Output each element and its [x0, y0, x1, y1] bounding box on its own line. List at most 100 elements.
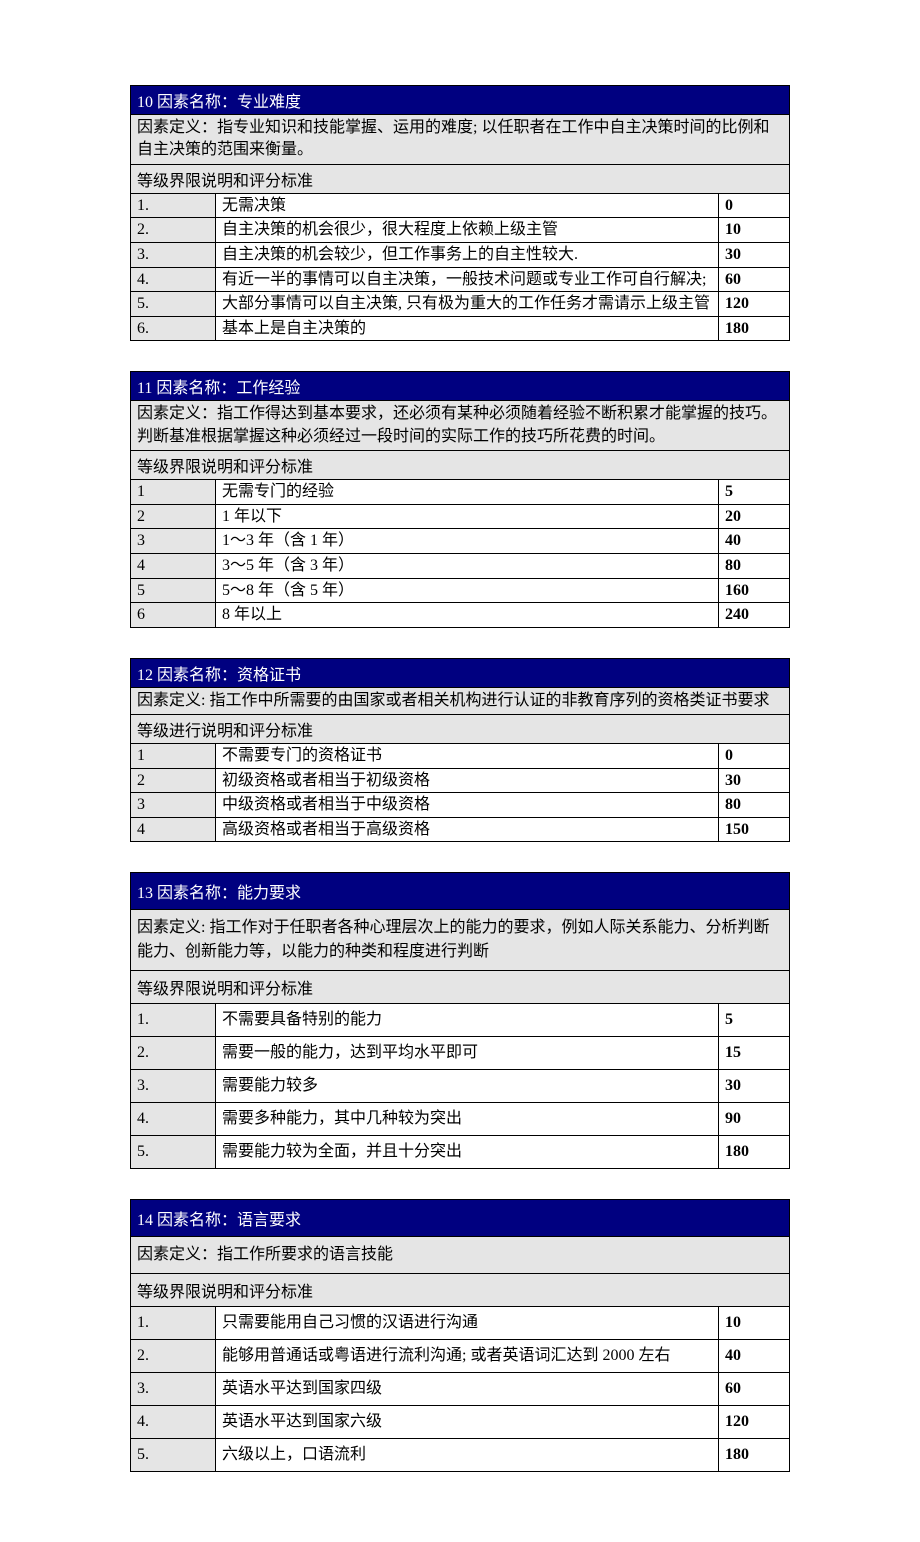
factor-title: 14 因素名称：语言要求	[131, 1200, 790, 1237]
level-row: 21 年以下20	[131, 504, 790, 529]
level-header: 等级界限说明和评分标准	[131, 164, 790, 193]
level-index: 5.	[131, 1136, 216, 1169]
level-score: 5	[719, 480, 790, 505]
level-index: 1	[131, 480, 216, 505]
factor-table: 13 因素名称：能力要求因素定义: 指工作对于任职者各种心理层次上的能力的要求，…	[130, 872, 790, 1169]
level-score: 240	[719, 603, 790, 628]
level-row: 68 年以上240	[131, 603, 790, 628]
level-description: 8 年以上	[216, 603, 719, 628]
level-row: 4.需要多种能力，其中几种较为突出90	[131, 1103, 790, 1136]
factor-table: 10 因素名称：专业难度因素定义：指专业知识和技能掌握、运用的难度; 以任职者在…	[130, 85, 790, 341]
level-description: 需要能力较多	[216, 1070, 719, 1103]
level-index: 5.	[131, 292, 216, 317]
level-score: 40	[719, 529, 790, 554]
level-score: 40	[719, 1340, 790, 1373]
level-score: 30	[719, 1070, 790, 1103]
level-score: 60	[719, 267, 790, 292]
level-header: 等级界限说明和评分标准	[131, 451, 790, 480]
level-row: 3.自主决策的机会较少，但工作事务上的自主性较大.30	[131, 242, 790, 267]
factors-container: 10 因素名称：专业难度因素定义：指专业知识和技能掌握、运用的难度; 以任职者在…	[130, 85, 790, 1472]
level-index: 4.	[131, 1103, 216, 1136]
level-index: 1.	[131, 1307, 216, 1340]
level-row: 2初级资格或者相当于初级资格30	[131, 768, 790, 793]
level-row: 2.需要一般的能力，达到平均水平即可15	[131, 1037, 790, 1070]
level-description: 英语水平达到国家四级	[216, 1373, 719, 1406]
factor-title: 12 因素名称：资格证书	[131, 658, 790, 687]
level-row: 2.能够用普通话或粤语进行流利沟通; 或者英语词汇达到 2000 左右40	[131, 1340, 790, 1373]
level-score: 0	[719, 193, 790, 218]
level-score: 80	[719, 553, 790, 578]
factor-definition: 因素定义：指专业知识和技能掌握、运用的难度; 以任职者在工作中自主决策时间的比例…	[131, 115, 790, 165]
level-index: 4.	[131, 1406, 216, 1439]
level-index: 3	[131, 529, 216, 554]
level-description: 中级资格或者相当于中级资格	[216, 793, 719, 818]
level-score: 90	[719, 1103, 790, 1136]
level-description: 大部分事情可以自主决策, 只有极为重大的工作任务才需请示上级主管	[216, 292, 719, 317]
factor-definition: 因素定义: 指工作对于任职者各种心理层次上的能力的要求，例如人际关系能力、分析判…	[131, 910, 790, 971]
level-description: 自主决策的机会很少，很大程度上依赖上级主管	[216, 218, 719, 243]
level-index: 4	[131, 817, 216, 842]
factor-table: 12 因素名称：资格证书因素定义: 指工作中所需要的由国家或者相关机构进行认证的…	[130, 658, 790, 843]
level-description: 需要多种能力，其中几种较为突出	[216, 1103, 719, 1136]
level-row: 31～3 年（含 1 年）40	[131, 529, 790, 554]
level-header: 等级进行说明和评分标准	[131, 715, 790, 744]
level-description: 有近一半的事情可以自主决策，一般技术问题或专业工作可自行解决;	[216, 267, 719, 292]
level-score: 60	[719, 1373, 790, 1406]
level-score: 30	[719, 768, 790, 793]
level-row: 3.需要能力较多30	[131, 1070, 790, 1103]
level-score: 0	[719, 744, 790, 769]
level-score: 150	[719, 817, 790, 842]
level-index: 2	[131, 768, 216, 793]
level-row: 43～5 年（含 3 年）80	[131, 553, 790, 578]
factor-definition: 因素定义: 指工作中所需要的由国家或者相关机构进行认证的非教育序列的资格类证书要…	[131, 687, 790, 714]
level-index: 2	[131, 504, 216, 529]
level-description: 六级以上，口语流利	[216, 1439, 719, 1472]
level-description: 1～3 年（含 1 年）	[216, 529, 719, 554]
level-index: 6	[131, 603, 216, 628]
level-description: 无需专门的经验	[216, 480, 719, 505]
level-score: 160	[719, 578, 790, 603]
level-index: 4.	[131, 267, 216, 292]
level-score: 5	[719, 1004, 790, 1037]
level-row: 4.有近一半的事情可以自主决策，一般技术问题或专业工作可自行解决;60	[131, 267, 790, 292]
level-description: 需要一般的能力，达到平均水平即可	[216, 1037, 719, 1070]
level-description: 3～5 年（含 3 年）	[216, 553, 719, 578]
level-row: 55～8 年（含 5 年）160	[131, 578, 790, 603]
level-score: 15	[719, 1037, 790, 1070]
factor-title: 13 因素名称：能力要求	[131, 873, 790, 910]
level-score: 80	[719, 793, 790, 818]
level-index: 3.	[131, 1070, 216, 1103]
level-index: 3	[131, 793, 216, 818]
level-index: 5	[131, 578, 216, 603]
level-index: 1	[131, 744, 216, 769]
factor-table: 11 因素名称：工作经验因素定义：指工作得达到基本要求，还必须有某种必须随着经验…	[130, 371, 790, 627]
level-description: 只需要能用自己习惯的汉语进行沟通	[216, 1307, 719, 1340]
factor-table: 14 因素名称：语言要求因素定义：指工作所要求的语言技能等级界限说明和评分标准1…	[130, 1199, 790, 1472]
level-row: 5.六级以上，口语流利180	[131, 1439, 790, 1472]
level-description: 初级资格或者相当于初级资格	[216, 768, 719, 793]
level-description: 高级资格或者相当于高级资格	[216, 817, 719, 842]
level-index: 1.	[131, 1004, 216, 1037]
level-description: 无需决策	[216, 193, 719, 218]
level-description: 不需要具备特别的能力	[216, 1004, 719, 1037]
level-description: 英语水平达到国家六级	[216, 1406, 719, 1439]
level-score: 20	[719, 504, 790, 529]
level-row: 1.只需要能用自己习惯的汉语进行沟通10	[131, 1307, 790, 1340]
factor-title: 10 因素名称：专业难度	[131, 86, 790, 115]
level-score: 180	[719, 316, 790, 341]
level-row: 3中级资格或者相当于中级资格80	[131, 793, 790, 818]
level-index: 2.	[131, 1037, 216, 1070]
level-score: 30	[719, 242, 790, 267]
level-row: 4.英语水平达到国家六级120	[131, 1406, 790, 1439]
level-index: 3.	[131, 1373, 216, 1406]
level-score: 120	[719, 1406, 790, 1439]
level-header: 等级界限说明和评分标准	[131, 1274, 790, 1307]
level-index: 6.	[131, 316, 216, 341]
level-index: 2.	[131, 218, 216, 243]
level-row: 5.大部分事情可以自主决策, 只有极为重大的工作任务才需请示上级主管120	[131, 292, 790, 317]
level-description: 自主决策的机会较少，但工作事务上的自主性较大.	[216, 242, 719, 267]
level-score: 10	[719, 218, 790, 243]
level-header: 等级界限说明和评分标准	[131, 971, 790, 1004]
level-row: 5.需要能力较为全面，并且十分突出180	[131, 1136, 790, 1169]
level-score: 180	[719, 1439, 790, 1472]
